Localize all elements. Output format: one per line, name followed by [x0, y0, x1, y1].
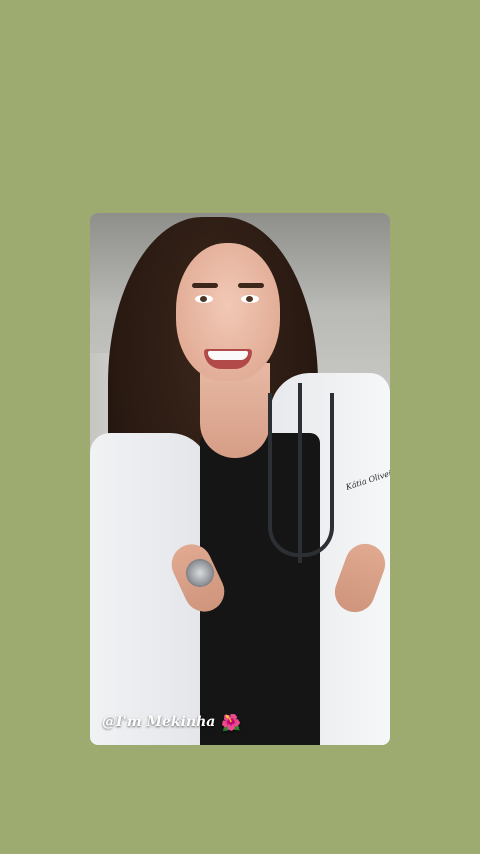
teeth [208, 351, 248, 360]
hibiscus-icon: 🌺 [221, 712, 242, 732]
eyebrow-left [192, 283, 218, 288]
eye-left [195, 295, 213, 303]
stethoscope-icon [268, 393, 334, 557]
stethoscope-bell [186, 559, 214, 587]
story-photo-card: Kátia Oliveira @I'm Mekinha 🌺 [90, 213, 390, 745]
mention-handle[interactable]: @I'm Mekinha [102, 714, 215, 730]
eyebrow-right [238, 283, 264, 288]
eye-right [241, 295, 259, 303]
mention-sticker[interactable]: @I'm Mekinha 🌺 [102, 710, 241, 734]
